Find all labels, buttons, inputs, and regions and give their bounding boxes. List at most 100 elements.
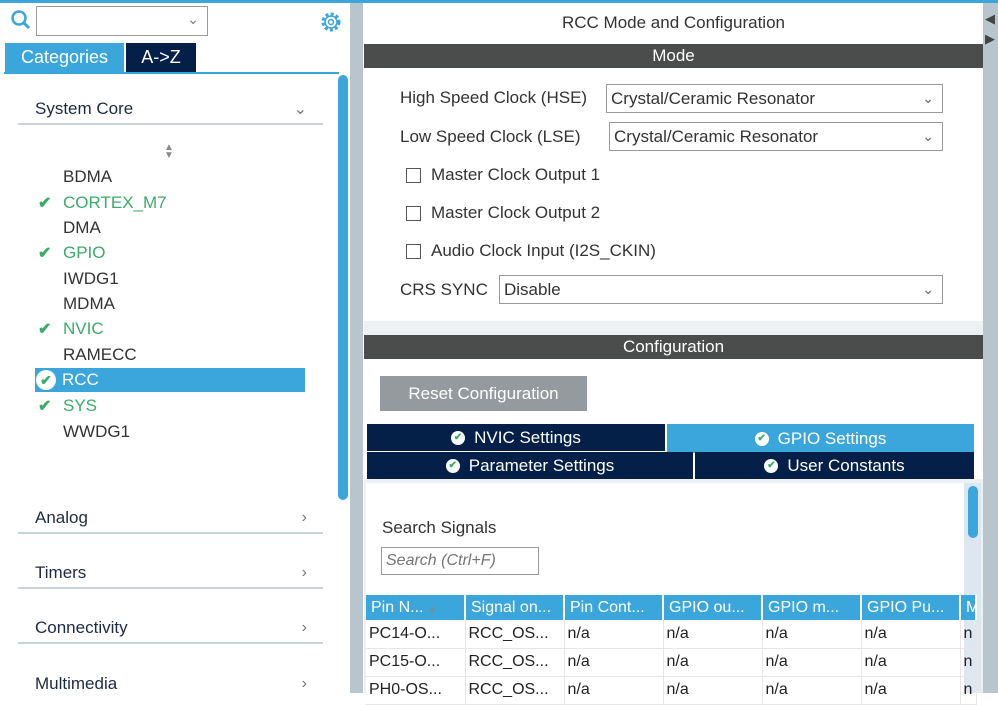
left-scrollbar[interactable] — [338, 75, 348, 500]
hse-label: High Speed Clock (HSE) — [400, 88, 588, 107]
cell: RCC_OS... — [465, 648, 565, 677]
column-header-pin-name[interactable]: Pin N... ▲ — [366, 595, 466, 620]
lse-select[interactable]: Crystal/Ceramic Resonator ⌄ — [609, 122, 943, 151]
tab-user-constants[interactable]: ✔ User Constants — [695, 452, 974, 479]
list-item-rcc[interactable]: ✔ RCC — [35, 368, 305, 392]
header-label: Pin N... — [371, 598, 424, 616]
tab-categories[interactable]: Categories — [5, 43, 124, 72]
crs-value: Disable — [504, 279, 561, 299]
list-item-ramecc[interactable]: RAMECC — [36, 343, 306, 367]
cell: n/a — [762, 620, 862, 649]
lse-label: Low Speed Clock (LSE) — [400, 127, 581, 146]
collapse-left-icon[interactable]: ◀ — [985, 11, 995, 27]
mco1-checkbox[interactable]: Master Clock Output 1 — [406, 161, 600, 189]
cell: n/a — [861, 620, 961, 649]
chevron-down-icon: ⌄ — [922, 128, 934, 144]
item-label: SYS — [63, 396, 98, 415]
table-row[interactable]: PC15-O... RCC_OS... n/a n/a n/a n/a n — [366, 648, 977, 677]
cell: RCC_OS... — [465, 620, 565, 649]
section-gap — [364, 321, 983, 335]
list-item-iwdg1[interactable]: IWDG1 — [36, 267, 306, 291]
right-edge-scrollbar[interactable]: ◀ ▶ — [983, 3, 998, 693]
tab-underline — [4, 72, 339, 74]
column-header-gpio-output[interactable]: GPIO ou... — [663, 595, 763, 620]
expand-right-icon[interactable]: ▶ — [985, 31, 995, 47]
category-timers[interactable]: Timers › — [18, 559, 323, 589]
tab-label: NVIC Settings — [474, 427, 581, 447]
column-header-gpio-pull[interactable]: GPIO Pu... — [861, 595, 961, 620]
mode-header: Mode — [364, 44, 983, 68]
list-item-wwdg1[interactable]: WWDG1 — [36, 420, 306, 444]
search-signals-label: Search Signals — [382, 518, 497, 537]
tab-label: Parameter Settings — [468, 455, 615, 475]
item-label: WWDG1 — [63, 422, 131, 441]
cell: n/a — [762, 676, 862, 705]
search-combo[interactable]: ⌄ — [36, 6, 208, 36]
panel-divider[interactable] — [350, 3, 363, 693]
tab-parameter-settings[interactable]: ✔ Parameter Settings — [367, 452, 693, 479]
tab-gpio-settings[interactable]: ✔ GPIO Settings — [667, 424, 974, 453]
config-scrollbar-thumb[interactable] — [968, 486, 978, 538]
item-label: GPIO — [63, 243, 106, 262]
table-header-row: Pin N... ▲ Signal on... Pin Cont... GPIO… — [366, 595, 977, 620]
list-item-bdma[interactable]: BDMA — [36, 165, 306, 189]
item-label: RAMECC — [63, 345, 137, 364]
panel-title: RCC Mode and Configuration — [561, 13, 785, 32]
gear-icon[interactable] — [319, 10, 343, 34]
category-system-core[interactable]: System Core ⌄ — [18, 95, 323, 125]
hse-select[interactable]: Crystal/Ceramic Resonator ⌄ — [606, 84, 943, 113]
checkbox-box[interactable] — [406, 167, 421, 183]
gpio-table: Pin N... ▲ Signal on... Pin Cont... GPIO… — [366, 595, 977, 705]
tab-a-z[interactable]: A->Z — [126, 43, 196, 72]
table-row[interactable]: PC14-O... RCC_OS... n/a n/a n/a n/a n — [366, 620, 977, 649]
list-item-gpio[interactable]: ✔ GPIO — [36, 241, 306, 265]
cell: n/a — [564, 648, 664, 677]
mco2-checkbox[interactable]: Master Clock Output 2 — [406, 199, 600, 227]
item-label: DMA — [63, 218, 101, 237]
search-signals-input[interactable] — [381, 547, 539, 575]
column-header-gpio-mode[interactable]: GPIO m... — [762, 595, 862, 620]
chevron-right-icon: › — [301, 619, 307, 636]
category-label: Connectivity — [35, 618, 128, 637]
check-circle-icon: ✔ — [754, 431, 769, 446]
item-label: IWDG1 — [63, 269, 119, 288]
column-header-signal[interactable]: Signal on... — [465, 595, 565, 620]
chevron-down-icon: ⌄ — [187, 11, 199, 27]
category-label: Analog — [35, 508, 88, 527]
item-label: BDMA — [63, 167, 113, 186]
column-header-pin-context[interactable]: Pin Cont... — [564, 595, 664, 620]
sort-icon: ▲ — [427, 603, 437, 614]
cell: n/a — [564, 676, 664, 705]
category-connectivity[interactable]: Connectivity › — [18, 614, 323, 644]
column-header-more[interactable]: M — [960, 595, 977, 620]
cell: RCC_OS... — [465, 676, 565, 705]
check-circle-icon: ✔ — [445, 458, 460, 473]
cell: n/a — [564, 620, 664, 649]
cell: n/a — [663, 620, 763, 649]
sort-icon[interactable]: ▲ ▼ — [164, 143, 174, 161]
category-label: System Core — [35, 99, 134, 118]
checkbox-box[interactable] — [406, 205, 421, 221]
list-item-dma[interactable]: DMA — [36, 216, 306, 240]
i2s-ckin-checkbox[interactable]: Audio Clock Input (I2S_CKIN) — [406, 237, 656, 265]
tab-nvic-settings[interactable]: ✔ NVIC Settings — [367, 424, 665, 451]
list-item-sys[interactable]: ✔ SYS — [36, 394, 306, 418]
search-icon[interactable] — [10, 9, 32, 31]
checkbox-label: Master Clock Output 1 — [431, 165, 601, 184]
table-row[interactable]: PH0-OS... RCC_OS... n/a n/a n/a n/a n — [366, 676, 977, 705]
configuration-header: Configuration — [364, 335, 983, 359]
cell: n/a — [663, 676, 763, 705]
reset-configuration-button[interactable]: Reset Configuration — [380, 376, 587, 411]
checkbox-label: Audio Clock Input (I2S_CKIN) — [431, 241, 656, 260]
list-item-nvic[interactable]: ✔ NVIC — [36, 317, 306, 341]
check-circle-icon: ✔ — [36, 370, 56, 390]
crs-sync-label: CRS SYNC — [400, 280, 488, 299]
list-item-mdma[interactable]: MDMA — [36, 292, 306, 316]
category-multimedia[interactable]: Multimedia › — [18, 669, 323, 699]
list-item-cortex-m7[interactable]: ✔ CORTEX_M7 — [36, 191, 306, 215]
check-circle-icon: ✔ — [451, 430, 466, 445]
crs-sync-select[interactable]: Disable ⌄ — [499, 275, 943, 304]
checkbox-box[interactable] — [406, 243, 421, 259]
cell: n/a — [663, 648, 763, 677]
category-analog[interactable]: Analog › — [18, 504, 323, 534]
